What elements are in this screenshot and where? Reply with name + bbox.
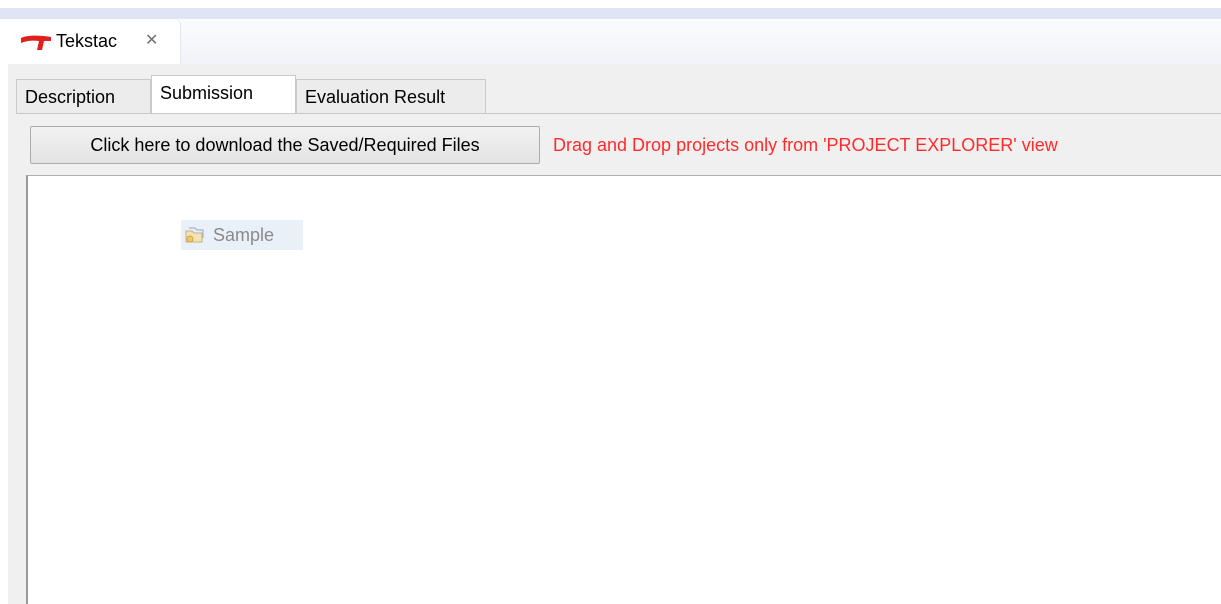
tab-submission[interactable]: Submission xyxy=(151,75,296,115)
view-tab-title: Tekstac xyxy=(56,31,118,51)
close-icon[interactable]: ✕ xyxy=(145,32,158,50)
project-item-sample[interactable]: Sample xyxy=(181,220,303,250)
window-top-strip xyxy=(0,0,1221,8)
tab-description[interactable]: Description xyxy=(16,79,151,113)
download-files-button[interactable]: Click here to download the Saved/Require… xyxy=(30,126,540,164)
tekstac-logo-icon xyxy=(21,35,51,50)
tab-evaluation-result[interactable]: Evaluation Result xyxy=(296,79,486,113)
project-folder-icon xyxy=(185,227,204,243)
window-top-band xyxy=(0,8,1221,19)
project-label: Sample xyxy=(213,224,275,245)
view-tab-bar xyxy=(0,19,1221,64)
drag-drop-notice: Drag and Drop projects only from 'PROJEC… xyxy=(553,135,1058,155)
